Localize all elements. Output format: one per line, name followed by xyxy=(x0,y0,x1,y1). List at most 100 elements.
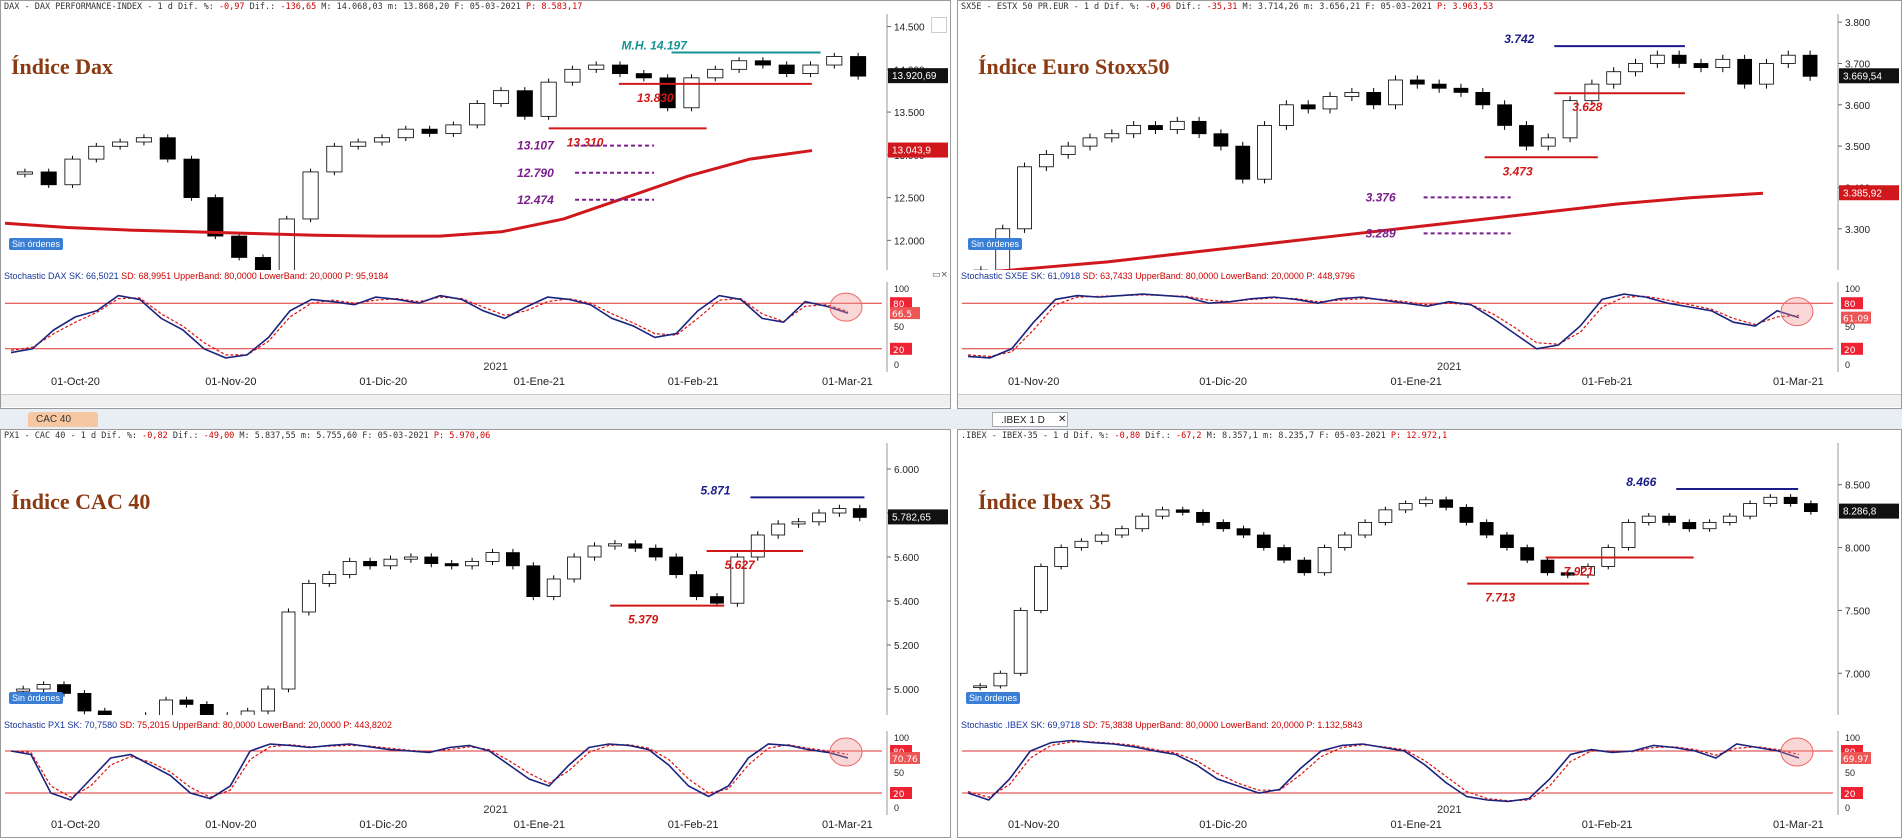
price-chart[interactable]: 14.50014.00013.50013.00012.50012.000M.H.… xyxy=(1,14,951,270)
chart-panel-sx5e[interactable]: SX5E - ESTX 50 PR.EUR - 1 d Dif. %: -0,9… xyxy=(957,0,1902,409)
candle xyxy=(1126,125,1142,135)
y-tick-label: 5.000 xyxy=(894,685,919,696)
candle xyxy=(1780,54,1796,64)
candle xyxy=(852,508,867,518)
price-chart[interactable]: 6.0005.8005.6005.4005.2005.0005.8715.627… xyxy=(1,443,951,715)
sin-ordenes-badge[interactable]: Sin órdenes xyxy=(9,238,64,250)
stochastic-chart[interactable]: 100500802061.092021 xyxy=(958,282,1902,372)
x-tick-label: 01-Mar-21 xyxy=(822,819,873,831)
x-tick-label: 01-Ene-21 xyxy=(1390,376,1442,388)
y-tick-label: 7.000 xyxy=(1845,669,1870,680)
candle xyxy=(516,90,533,117)
candle xyxy=(564,68,581,83)
x-tick-label: 01-Dic-20 xyxy=(1199,819,1247,831)
highlight-circle xyxy=(829,737,863,767)
candle xyxy=(77,692,92,712)
candle xyxy=(159,137,176,160)
ma-value-label: 3.385,92 xyxy=(1843,188,1882,199)
highlight-circle xyxy=(829,292,863,322)
x-tick-label: 01-Oct-20 xyxy=(51,376,100,388)
candle xyxy=(588,64,605,70)
y-tick-label: 5.400 xyxy=(894,597,919,608)
last-price-label: 3.669,54 xyxy=(1843,71,1882,82)
chart-panel-dax[interactable]: DAX - DAX PERFORMANCE-INDEX - 1 d Dif. %… xyxy=(0,0,951,409)
candle xyxy=(612,64,629,74)
window-controls[interactable]: ▭× xyxy=(932,270,948,280)
candle xyxy=(1034,566,1048,611)
candle xyxy=(707,68,724,79)
highlight-circle xyxy=(1780,297,1814,327)
y-tick-label: 14.500 xyxy=(894,23,925,34)
sin-ordenes-badge[interactable]: Sin órdenes xyxy=(966,692,1021,704)
candle xyxy=(350,141,367,147)
chart-panel-cac40[interactable]: PX1 - CAC 40 - 1 d Dif. %: -0,82 Dif.: -… xyxy=(0,429,951,838)
level-label: 5.627 xyxy=(725,558,756,572)
candle xyxy=(731,60,748,70)
candle xyxy=(159,699,173,715)
sk-value-label: 70.76 xyxy=(892,755,918,765)
level-label: 3.473 xyxy=(1503,164,1533,178)
chart-panel-ibex[interactable]: .IBEX - IBEX-35 - 1 d Dif. %: -0,80 Dif.… xyxy=(957,429,1902,838)
candle xyxy=(1743,503,1757,517)
candle xyxy=(812,512,826,523)
last-price-label: 13.920,69 xyxy=(892,71,937,82)
candle xyxy=(326,145,343,173)
candle xyxy=(1439,499,1454,508)
close-icon[interactable]: ✕ xyxy=(1050,412,1074,427)
y-tick-label: 8.500 xyxy=(1845,481,1870,492)
candle xyxy=(1256,534,1271,548)
tab-cac40[interactable]: CAC 40 xyxy=(28,412,98,427)
candle xyxy=(1378,509,1393,523)
candle xyxy=(1803,503,1818,513)
stochastic-sd-line xyxy=(10,296,849,356)
candle xyxy=(771,523,786,536)
candle xyxy=(1317,547,1332,574)
candle xyxy=(1621,522,1636,548)
level-label: 12.790 xyxy=(517,166,554,180)
y-tick-label: 50 xyxy=(894,322,904,332)
candle xyxy=(112,141,129,147)
candle xyxy=(254,257,271,270)
price-chart[interactable]: 8.500 8.000 7.500 7.000 8.466 7.921 7.713 Índic… xyxy=(958,443,1902,715)
stochastic-chart[interactable]: 100500802070.762021 xyxy=(1,731,951,815)
candle xyxy=(850,56,867,77)
candle xyxy=(179,699,194,705)
y-tick-label: 0 xyxy=(1845,803,1850,813)
sk-value-label: 66.5 xyxy=(892,310,912,320)
y-tick-label: 12.500 xyxy=(894,194,925,205)
horizontal-scrollbar[interactable] xyxy=(958,394,1901,407)
candle xyxy=(1759,63,1774,85)
candle xyxy=(342,561,357,576)
ma-value-label: 13.043,9 xyxy=(892,146,931,157)
panel-header: DAX - DAX PERFORMANCE-INDEX - 1 d Dif. %… xyxy=(1,1,950,14)
candle xyxy=(1453,87,1469,93)
candle xyxy=(1257,125,1272,180)
sin-ordenes-badge[interactable]: Sin órdenes xyxy=(968,238,1023,250)
candle xyxy=(363,561,378,567)
candle xyxy=(1715,58,1731,68)
candle xyxy=(993,672,1008,687)
candle xyxy=(1641,515,1656,523)
price-chart[interactable]: 3.8003.7003.6003.5003.4003.3003.7423.628… xyxy=(958,14,1902,270)
y-tick-label: 8.000 xyxy=(1845,544,1870,555)
level-label: M.H. 14.197 xyxy=(622,38,689,52)
candle xyxy=(281,611,296,690)
chart-title: Índice CAC 40 xyxy=(11,489,150,514)
year-label: 2021 xyxy=(483,361,507,372)
candle xyxy=(240,710,255,715)
candle xyxy=(397,128,414,139)
x-tick-label: 01-Nov-20 xyxy=(205,376,257,388)
sin-ordenes-badge[interactable]: Sin órdenes xyxy=(9,692,64,704)
stochastic-chart[interactable]: 100500802066.52021 xyxy=(1,282,951,372)
y-tick-label: 100 xyxy=(1845,733,1860,743)
stochastic-chart[interactable]: 100500802069.972021 xyxy=(958,731,1902,815)
year-label: 2021 xyxy=(483,804,507,815)
horizontal-scrollbar[interactable] xyxy=(1,394,950,407)
candle xyxy=(445,124,462,134)
x-tick-label: 01-Feb-21 xyxy=(1581,819,1633,831)
candle xyxy=(973,685,988,688)
y-tick-label: 12.000 xyxy=(894,236,925,247)
candle xyxy=(1060,145,1076,155)
level-label: 3.742 xyxy=(1504,32,1534,46)
y-tick-label: 3.300 xyxy=(1845,225,1870,236)
